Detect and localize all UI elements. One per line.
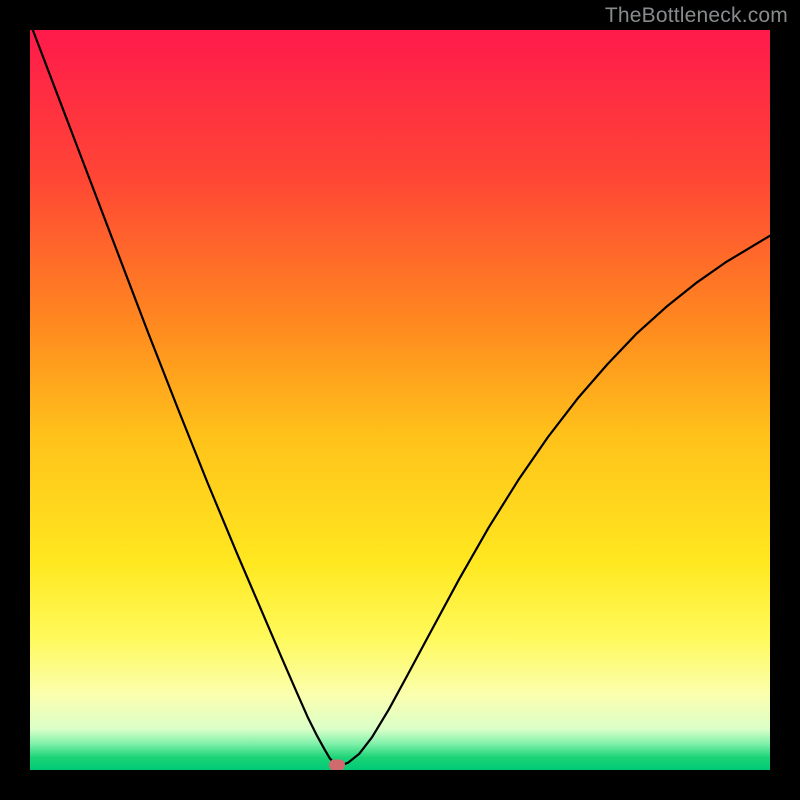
chart-frame: TheBottleneck.com bbox=[0, 0, 800, 800]
curve-layer bbox=[30, 30, 770, 770]
watermark-text: TheBottleneck.com bbox=[605, 4, 788, 28]
plot-area bbox=[30, 30, 770, 770]
minimum-marker bbox=[329, 759, 345, 770]
bottleneck-curve bbox=[30, 30, 770, 766]
